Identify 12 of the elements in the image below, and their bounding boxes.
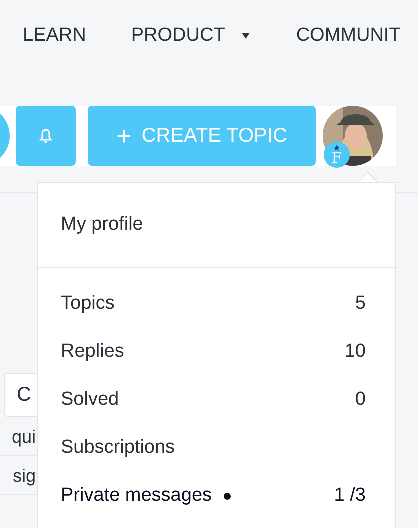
table-cell: qui: [12, 426, 36, 448]
menu-label: Solved: [61, 389, 120, 411]
count: 1 /3: [334, 485, 366, 507]
menu-label: Topics: [61, 293, 115, 315]
menu-label: Private messages: [61, 485, 212, 507]
count: 5: [355, 293, 366, 315]
table-cell: sig: [12, 466, 36, 486]
count: 0: [355, 389, 366, 411]
count: 10: [344, 341, 366, 363]
user-badge: F: [324, 142, 350, 168]
menu-label: Replies: [61, 341, 124, 363]
menu-label: Subscriptions: [61, 437, 176, 459]
